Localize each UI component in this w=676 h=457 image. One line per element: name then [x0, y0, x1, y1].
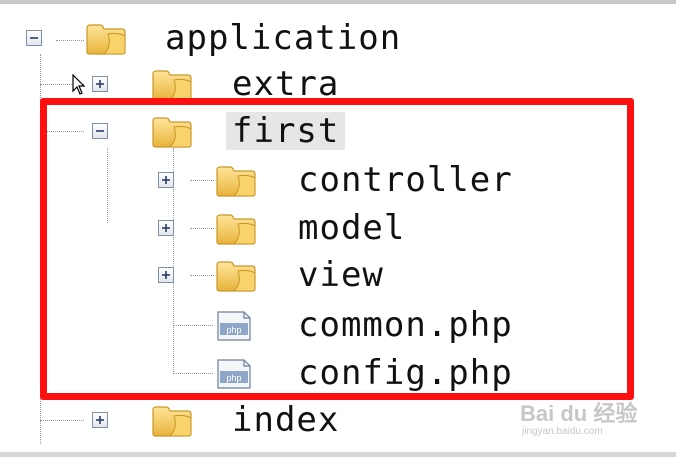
tree-node-index[interactable]: index — [0, 400, 400, 440]
watermark-brand: Bai du 经验 — [520, 401, 638, 426]
expand-toggle-icon[interactable] — [92, 412, 108, 428]
watermark-url: jingyan.baidu.com — [522, 426, 603, 437]
collapse-toggle-icon[interactable] — [26, 30, 42, 46]
window-bottom-border — [0, 452, 676, 457]
window-top-border — [0, 0, 676, 4]
folder-icon — [150, 68, 194, 102]
tree-node-label: index — [232, 400, 340, 440]
mouse-pointer-icon — [72, 74, 86, 95]
expand-toggle-icon[interactable] — [92, 76, 108, 92]
folder-icon — [150, 404, 194, 438]
tree-node-label: application — [165, 18, 402, 58]
folder-icon — [84, 22, 128, 56]
highlight-annotation-box — [40, 98, 634, 400]
tree-node-application[interactable]: application — [0, 18, 480, 58]
baidu-watermark: Bai du 经验 jingyan.baidu.com — [520, 396, 660, 442]
